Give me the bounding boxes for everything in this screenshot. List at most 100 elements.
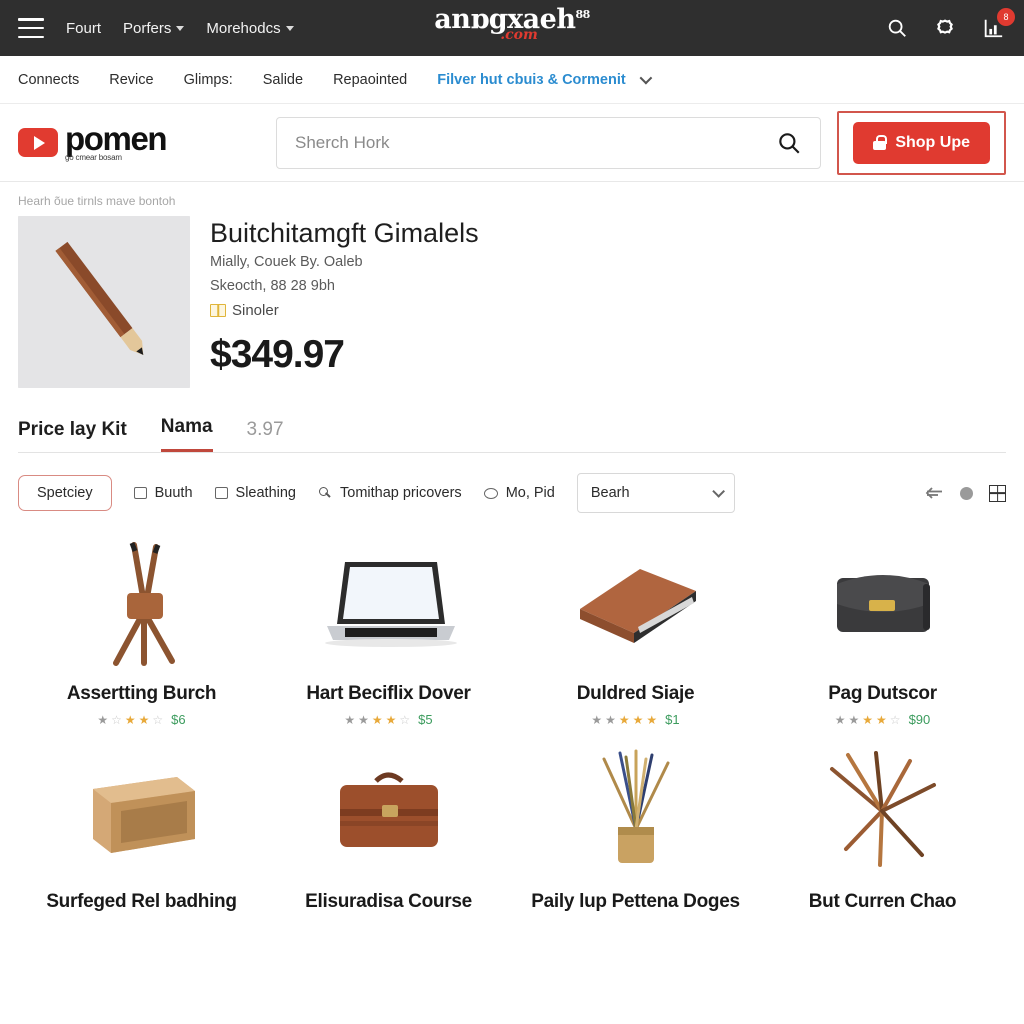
topbar-icon-group: 8 [884,7,1016,41]
topnav-item-1[interactable]: Porfers [123,19,185,37]
key-icon [318,486,332,500]
subnav-item-salide[interactable]: Salide [263,72,303,88]
product-hero: Buitchitamgft Gimalels Mially, Couek By.… [18,216,1006,388]
search-icon[interactable] [776,130,802,156]
product-image-black-handbag [765,533,1000,671]
product-badge-label: Sinoler [232,302,279,320]
book-icon [210,304,226,318]
product-card[interactable]: But Curren Chao [759,737,1006,923]
secondary-navigation: Connects Revice Glimps: Salide Repaointe… [0,56,1024,104]
pencil-illustration [18,216,190,388]
brand-logo[interactable]: anɒgxaeh88 .com [434,6,590,42]
product-tabs: Price lay Kit Nama 3.97 [18,416,1006,453]
search-box[interactable] [276,116,822,169]
product-card-name: Pag Dutscor [828,683,937,704]
search-input[interactable] [295,132,777,153]
tab-nama[interactable]: Nama [160,416,213,452]
gear-icon[interactable] [932,15,958,41]
product-card[interactable]: Paily lup Pettena Doges [512,737,759,923]
product-card-name: Hart Beciflix Dover [306,683,471,704]
chevron-down-icon [712,484,725,498]
back-arrow-icon[interactable] [925,486,944,501]
breadcrumb[interactable]: Hearh õue tirnls mave bontoh [18,194,1006,208]
play-button-icon [18,128,58,157]
product-card-price: $1 [665,712,680,727]
shop-button[interactable]: Shop Upe [853,121,990,164]
subnav-item-connects[interactable]: Connects [18,72,79,88]
subnav-item-revice[interactable]: Revice [109,72,153,88]
brand-word-text: anɒgxaeh [434,4,576,35]
product-card[interactable]: Pag Dutscor ★ ★ ★ ★ ☆ $90 [759,529,1006,737]
hamburger-icon[interactable] [18,18,44,38]
product-grid: Assertting Burch ★ ☆ ★ ★ ☆ $6 Hart Beciflix … [18,529,1006,923]
site-logo-text: pomen [65,120,168,158]
subnav-item-repaointed[interactable]: Repaointed [333,72,407,88]
product-card[interactable]: Elisuradisa Course [265,737,512,923]
topnav-label-2: Morehodcs [206,19,281,37]
product-card-name: Paily lup Pettena Doges [531,891,740,912]
filter-chip-mopid-label: Mo, Pid [505,485,555,501]
oval-icon [483,487,498,499]
filter-chip-spetciey[interactable]: Spetciey [18,475,112,511]
product-card-rating: ★ ☆ ★ ★ ☆ $6 [97,712,186,727]
subnav-item-filver[interactable]: Filver hut cbuiɜ & Cormenit [437,71,652,88]
lock-icon [873,135,888,150]
product-image-brown-laptop-case [518,533,753,671]
shop-button-container: Shop Upe [837,110,1006,175]
subnav-item-glimps[interactable]: Glimps: [184,72,233,88]
chevron-down-icon [285,25,294,31]
product-meta-line-2: Skeocth, 88 28 9bh [210,277,335,294]
site-logo[interactable]: pomen go cmear bosam [18,120,240,162]
shop-button-label: Shop Upe [895,133,970,151]
square-icon [133,487,147,499]
product-card-rating: ★ ★ ★ ★ ☆ $5 [344,712,433,727]
sort-dropdown[interactable]: Bearh [576,473,735,513]
product-meta-line-1: Mially, Couek By. Oaleb [210,254,363,271]
product-image-reed-diffuser [518,741,753,879]
topnav-label-0: Fourt [66,19,102,37]
filter-chip-tomithap-label: Tomithap pricovers [340,485,462,501]
product-card[interactable]: Surfeged Rel badhing [18,737,265,923]
filter-chip-tomithap[interactable]: Tomithap pricovers [318,485,462,501]
brand-superscript: 88 [575,8,590,21]
product-image-silver-laptop [271,533,506,671]
chevron-down-icon [639,71,652,85]
product-card-price: $5 [418,712,433,727]
circle-icon[interactable] [960,486,973,500]
product-hero-image[interactable] [18,216,190,388]
product-card-rating: ★ ★ ★ ★ ★ $1 [591,712,680,727]
cart-icon[interactable]: 8 [980,7,1016,41]
product-card-name: Surfeged Rel badhing [46,891,237,912]
filter-chip-sleathing-label: Sleathing [235,485,296,501]
product-card[interactable]: Assertting Burch ★ ☆ ★ ★ ☆ $6 [18,529,265,737]
tab-397[interactable]: 3.97 [247,419,284,452]
tab-price-lay-kit[interactable]: Price lay Kit [18,419,127,452]
product-image-colored-pencils [765,741,1000,879]
filter-chip-sleathing[interactable]: Sleathing [214,485,296,501]
filter-chip-buuth[interactable]: Buuth [133,485,193,501]
product-badge: Sinoler [210,302,479,319]
filter-chip-buuth-label: Buuth [154,485,193,501]
topnav-label-1: Porfers [123,19,172,37]
brand-wordmark: anɒgxaeh88 [434,6,590,33]
search-icon[interactable] [884,15,910,41]
product-card[interactable]: Duldred Siaje ★ ★ ★ ★ ★ $1 [512,529,759,737]
cart-badge: 8 [996,7,1016,27]
search-header: pomen go cmear bosam Shop Upe [0,104,1024,182]
filter-bar: Spetciey Buuth Sleathing Tomithap pricov… [18,473,1006,513]
product-card-name: Assertting Burch [66,683,217,704]
grid-view-icon[interactable] [989,484,1006,502]
product-card-rating: ★ ★ ★ ★ ☆ $90 [834,712,931,727]
topnav-item-0[interactable]: Fourt [66,20,101,37]
product-image-pencil-tripod [24,533,259,671]
filter-chip-mopid[interactable]: Mo, Pid [483,485,555,501]
sort-dropdown-value: Bearh [590,485,630,501]
subnav-accent-label: Filver hut cbuiɜ & Cormenit [437,71,626,88]
topnav-item-2[interactable]: Morehodcs [206,19,294,37]
square-icon [214,487,228,499]
product-card-name: Duldred Siaje [576,683,695,704]
product-price: $349.97 [210,333,345,377]
product-title: Buitchitamgft Gimalels [210,218,479,248]
product-image-brown-suitcase [271,741,506,879]
product-card[interactable]: Hart Beciflix Dover ★ ★ ★ ★ ☆ $5 [265,529,512,737]
